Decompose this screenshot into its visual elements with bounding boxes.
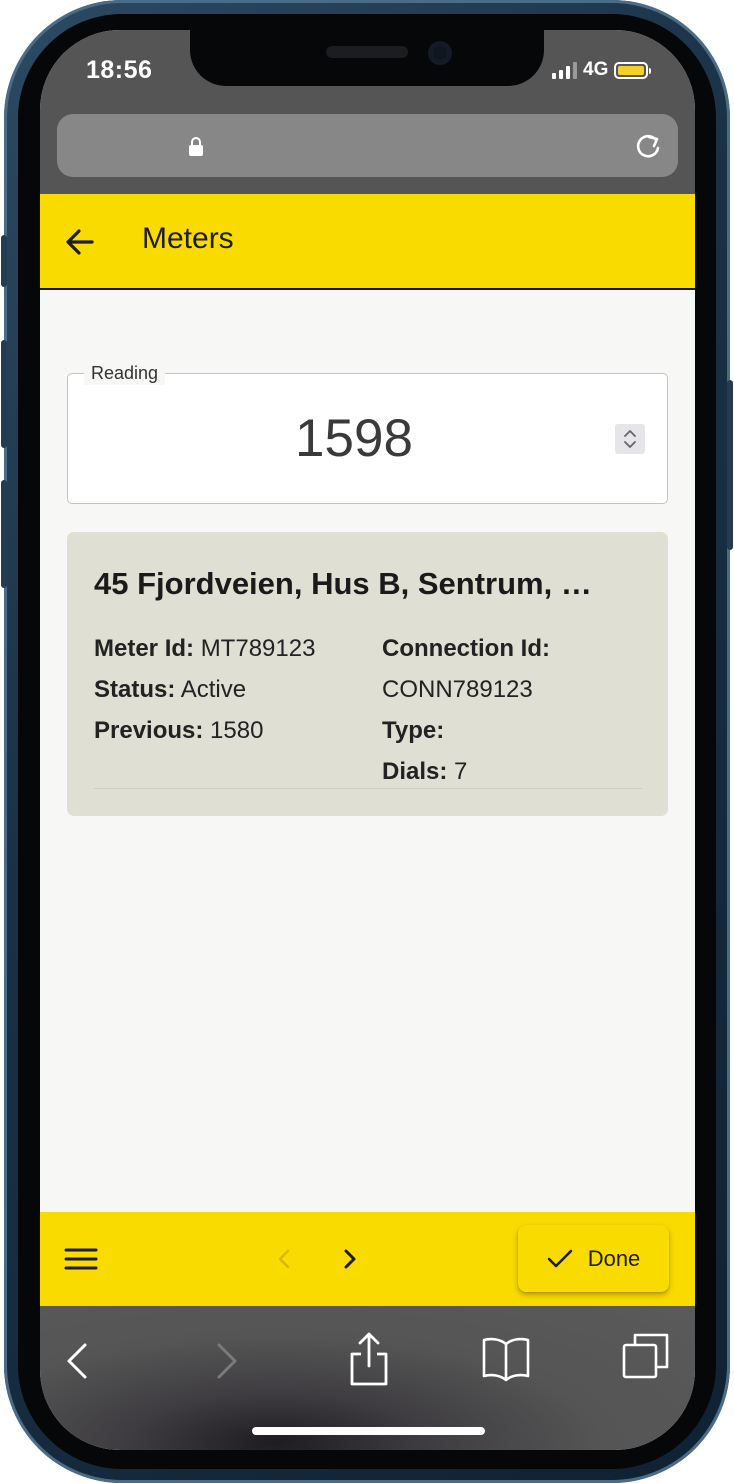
- url-bar[interactable]: [57, 114, 678, 177]
- page-title: Meters: [142, 222, 234, 255]
- camera-icon: [428, 41, 452, 65]
- signal-icon: [552, 61, 577, 79]
- bookmarks-icon[interactable]: [480, 1334, 532, 1382]
- card-divider: [94, 788, 642, 789]
- type-label: Type:: [382, 717, 445, 744]
- meter-id-label: Meter Id:: [94, 635, 195, 662]
- chevron-right-icon[interactable]: [336, 1240, 364, 1278]
- status-value: Active: [180, 676, 247, 703]
- reload-icon[interactable]: [633, 131, 663, 161]
- power-button: [727, 380, 733, 550]
- reading-label: Reading: [84, 361, 166, 385]
- dials-row: Dials: 7: [382, 751, 550, 792]
- arrow-left-icon[interactable]: [62, 224, 98, 260]
- previous-label: Previous:: [94, 717, 204, 744]
- reading-input[interactable]: 1598: [68, 408, 640, 470]
- meter-info-card: 45 Fjordveien, Hus B, Sentrum, … Meter I…: [67, 532, 668, 816]
- chevron-left-icon[interactable]: [270, 1240, 298, 1278]
- notch: [190, 30, 544, 86]
- speaker-grille: [326, 46, 408, 58]
- dials-value: 7: [454, 758, 468, 785]
- volume-down-button: [1, 480, 7, 588]
- app-bar: Meters: [40, 194, 695, 290]
- mute-switch: [1, 235, 7, 287]
- meter-address: 45 Fjordveien, Hus B, Sentrum, …: [94, 566, 592, 601]
- status-row: Status: Active: [94, 669, 315, 710]
- volume-up-button: [1, 340, 7, 448]
- phone-screen: 18:56 4G Meters Reading 1598 45 Fjordvei…: [40, 30, 695, 1450]
- network-label: 4G: [583, 59, 609, 80]
- browser-bottom-toolbar: [40, 1306, 695, 1450]
- done-button[interactable]: Done: [518, 1225, 669, 1292]
- hamburger-menu-icon[interactable]: [64, 1242, 98, 1276]
- previous-value: 1580: [210, 717, 264, 744]
- dials-label: Dials:: [382, 758, 448, 785]
- battery-icon: [614, 61, 652, 79]
- home-indicator[interactable]: [252, 1427, 485, 1435]
- type-row: Type:: [382, 710, 550, 751]
- previous-row: Previous: 1580: [94, 710, 315, 751]
- status-time: 18:56: [86, 56, 153, 84]
- bottom-app-bar: Done: [40, 1212, 695, 1306]
- meter-info-left-column: Meter Id: MT789123 Status: Active Previo…: [94, 628, 315, 751]
- browser-top-bar: 18:56 4G: [40, 30, 695, 194]
- connection-id-value: CONN789123: [382, 676, 533, 703]
- tabs-icon[interactable]: [620, 1330, 672, 1382]
- share-icon[interactable]: [342, 1328, 396, 1388]
- status-indicators: 4G: [552, 58, 652, 82]
- meter-id-row: Meter Id: MT789123: [94, 628, 315, 669]
- done-label: Done: [587, 1245, 641, 1271]
- meter-info-right-column: Connection Id: CONN789123 Type: Dials: 7: [382, 628, 550, 792]
- browser-forward-icon[interactable]: [200, 1336, 250, 1386]
- reading-field[interactable]: Reading 1598: [67, 361, 668, 504]
- connection-id-label: Connection Id:: [382, 635, 550, 662]
- number-stepper-icon[interactable]: [615, 424, 645, 454]
- lock-icon: [189, 137, 203, 156]
- status-label: Status:: [94, 676, 176, 703]
- connection-id-row: Connection Id:: [382, 628, 550, 669]
- meter-id-value: MT789123: [200, 635, 316, 662]
- checkmark-icon: [547, 1249, 573, 1267]
- browser-back-icon[interactable]: [54, 1336, 104, 1386]
